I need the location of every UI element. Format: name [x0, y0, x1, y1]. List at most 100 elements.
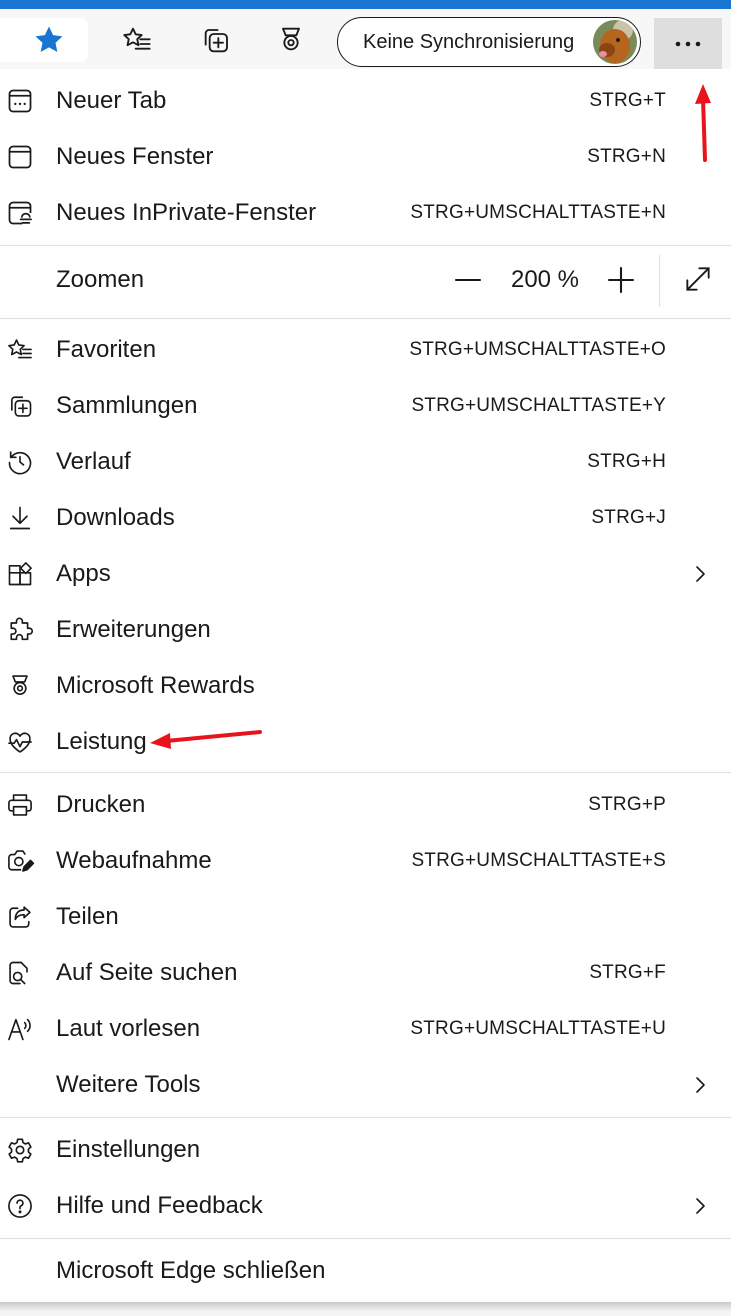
- menu-item-shortcut: STRG+UMSCHALTTASTE+U: [410, 1018, 666, 1039]
- menu-item-share[interactable]: Teilen: [0, 889, 731, 945]
- fullscreen-button[interactable]: [682, 263, 714, 295]
- menu-item-label: Apps: [56, 560, 111, 587]
- chevron-right-icon: [696, 566, 705, 582]
- menu-item-collections[interactable]: Sammlungen STRG+UMSCHALTTASTE+Y: [0, 378, 731, 434]
- new-window-icon: [8, 145, 32, 169]
- favorites-star-icon: [35, 26, 63, 53]
- chevron-right-icon: [696, 1077, 705, 1093]
- menu-item-new-tab[interactable]: Neuer Tab STRG+T: [0, 73, 731, 129]
- menu-item-label: Webaufnahme: [56, 847, 212, 874]
- apps-icon: [8, 562, 32, 586]
- favorites-list-icon: [123, 27, 151, 50]
- menu-item-label: Erweiterungen: [56, 616, 211, 643]
- menu-item-extensions[interactable]: Erweiterungen: [0, 602, 731, 658]
- zoom-out-button[interactable]: [450, 262, 486, 298]
- menu-item-rewards[interactable]: Microsoft Rewards: [0, 658, 731, 714]
- read-aloud-icon: [8, 1018, 31, 1041]
- menu-item-downloads[interactable]: Downloads STRG+J: [0, 490, 731, 546]
- menu-item-shortcut: STRG+H: [587, 451, 666, 472]
- menu-item-label: Microsoft Rewards: [56, 672, 255, 699]
- download-icon: [9, 506, 31, 530]
- more-dots-icon: [675, 41, 701, 46]
- find-on-page-icon: [9, 961, 28, 985]
- print-icon: [8, 794, 32, 816]
- menu-separator: [0, 1238, 731, 1239]
- menu-item-shortcut: STRG+UMSCHALTTASTE+Y: [411, 395, 666, 416]
- menu-item-find-on-page[interactable]: Auf Seite suchen STRG+F: [0, 945, 731, 1001]
- menu-item-history[interactable]: Verlauf STRG+H: [0, 434, 731, 490]
- menu-item-label: Auf Seite suchen: [56, 959, 238, 986]
- menu-item-label: Neuer Tab: [56, 87, 167, 114]
- settings-and-more-button[interactable]: [654, 18, 722, 69]
- menu-item-label: Laut vorlesen: [56, 1015, 201, 1042]
- avatar: [593, 20, 637, 64]
- menu-item-shortcut: STRG+UMSCHALTTASTE+O: [409, 339, 666, 360]
- menu-item-apps[interactable]: Apps: [0, 546, 731, 602]
- menu-item-label: Leistung: [56, 728, 147, 755]
- menu-item-shortcut: STRG+N: [587, 146, 666, 167]
- menu-item-print[interactable]: Drucken STRG+P: [0, 777, 731, 833]
- extensions-icon: [10, 617, 33, 641]
- menu-item-label: Teilen: [56, 903, 119, 930]
- menu-item-new-inprivate-window[interactable]: Neues InPrivate-Fenster STRG+UMSCHALTTAS…: [0, 185, 731, 241]
- menu-item-web-capture[interactable]: Webaufnahme STRG+UMSCHALTTASTE+S: [0, 833, 731, 889]
- menu-separator: [0, 772, 731, 773]
- share-icon: [9, 906, 31, 928]
- menu-item-label: Downloads: [56, 504, 175, 531]
- menu-item-label: Neues Fenster: [56, 143, 214, 170]
- menu-item-label: Favoriten: [56, 336, 157, 363]
- settings-and-more-menu: Neuer Tab STRG+T Neues Fenster STRG+N Ne…: [0, 69, 731, 1302]
- menu-item-close-edge[interactable]: Microsoft Edge schließen: [0, 1243, 731, 1299]
- menu-item-performance[interactable]: Leistung: [0, 714, 731, 770]
- menu-item-settings[interactable]: Einstellungen: [0, 1122, 731, 1178]
- history-icon: [8, 451, 32, 475]
- menu-item-shortcut: STRG+T: [589, 90, 666, 111]
- menu-item-label: Microsoft Edge schließen: [56, 1257, 326, 1284]
- favorites-list-button[interactable]: [113, 18, 161, 62]
- favorites-star-button[interactable]: [0, 18, 88, 62]
- rewards-button[interactable]: [267, 18, 315, 62]
- collections-button[interactable]: [191, 18, 239, 62]
- chevron-right-icon: [696, 1198, 705, 1214]
- menu-item-label: Drucken: [56, 791, 146, 818]
- menu-item-shortcut: STRG+J: [591, 507, 666, 528]
- collections-icon: [11, 396, 32, 417]
- menu-item-label: Verlauf: [56, 448, 131, 475]
- zoom-label: Zoomen: [56, 266, 145, 293]
- zoom-in-button[interactable]: [603, 262, 639, 298]
- menu-item-help-feedback[interactable]: Hilfe und Feedback: [0, 1178, 731, 1234]
- menu-item-shortcut: STRG+UMSCHALTTASTE+S: [411, 850, 666, 871]
- menu-item-label: Einstellungen: [56, 1136, 201, 1163]
- menu-separator: [0, 1117, 731, 1118]
- menu-item-read-aloud[interactable]: Laut vorlesen STRG+UMSCHALTTASTE+U: [0, 1001, 731, 1057]
- new-tab-icon: [8, 89, 32, 113]
- menu-item-shortcut: STRG+UMSCHALTTASTE+N: [410, 202, 666, 223]
- menu-item-label: Weitere Tools: [56, 1071, 201, 1098]
- performance-icon: [8, 732, 32, 753]
- menu-item-favorites[interactable]: Favoriten STRG+UMSCHALTTASTE+O: [0, 322, 731, 378]
- settings-icon: [8, 1138, 32, 1163]
- menu-item-label: Neues InPrivate-Fenster: [56, 199, 317, 226]
- menu-separator: [0, 245, 731, 246]
- menu-item-zoom: Zoomen 200 %: [0, 247, 731, 317]
- profile-sync-label: Keine Synchronisierung: [363, 30, 575, 53]
- menu-item-label: Sammlungen: [56, 392, 198, 419]
- help-icon: [8, 1194, 32, 1218]
- rewards-icon: [12, 675, 28, 695]
- menu-item-new-window[interactable]: Neues Fenster STRG+N: [0, 129, 731, 185]
- menu-shadow: [0, 1302, 731, 1316]
- menu-separator: [0, 318, 731, 319]
- menu-item-shortcut: STRG+P: [588, 794, 666, 815]
- menu-item-more-tools[interactable]: Weitere Tools: [0, 1057, 731, 1113]
- rewards-icon: [282, 27, 300, 51]
- zoom-value: 200 %: [510, 266, 580, 293]
- favorites-icon: [8, 339, 32, 359]
- inprivate-icon: [8, 201, 32, 225]
- browser-toolbar: Keine Synchronisierung: [0, 9, 731, 69]
- menu-item-label: Hilfe und Feedback: [56, 1192, 263, 1219]
- web-capture-icon: [8, 850, 35, 872]
- window-accent-bar: [0, 0, 731, 9]
- collections-icon: [204, 29, 228, 53]
- profile-sync-button[interactable]: Keine Synchronisierung: [337, 17, 641, 67]
- zoom-divider: [659, 255, 660, 307]
